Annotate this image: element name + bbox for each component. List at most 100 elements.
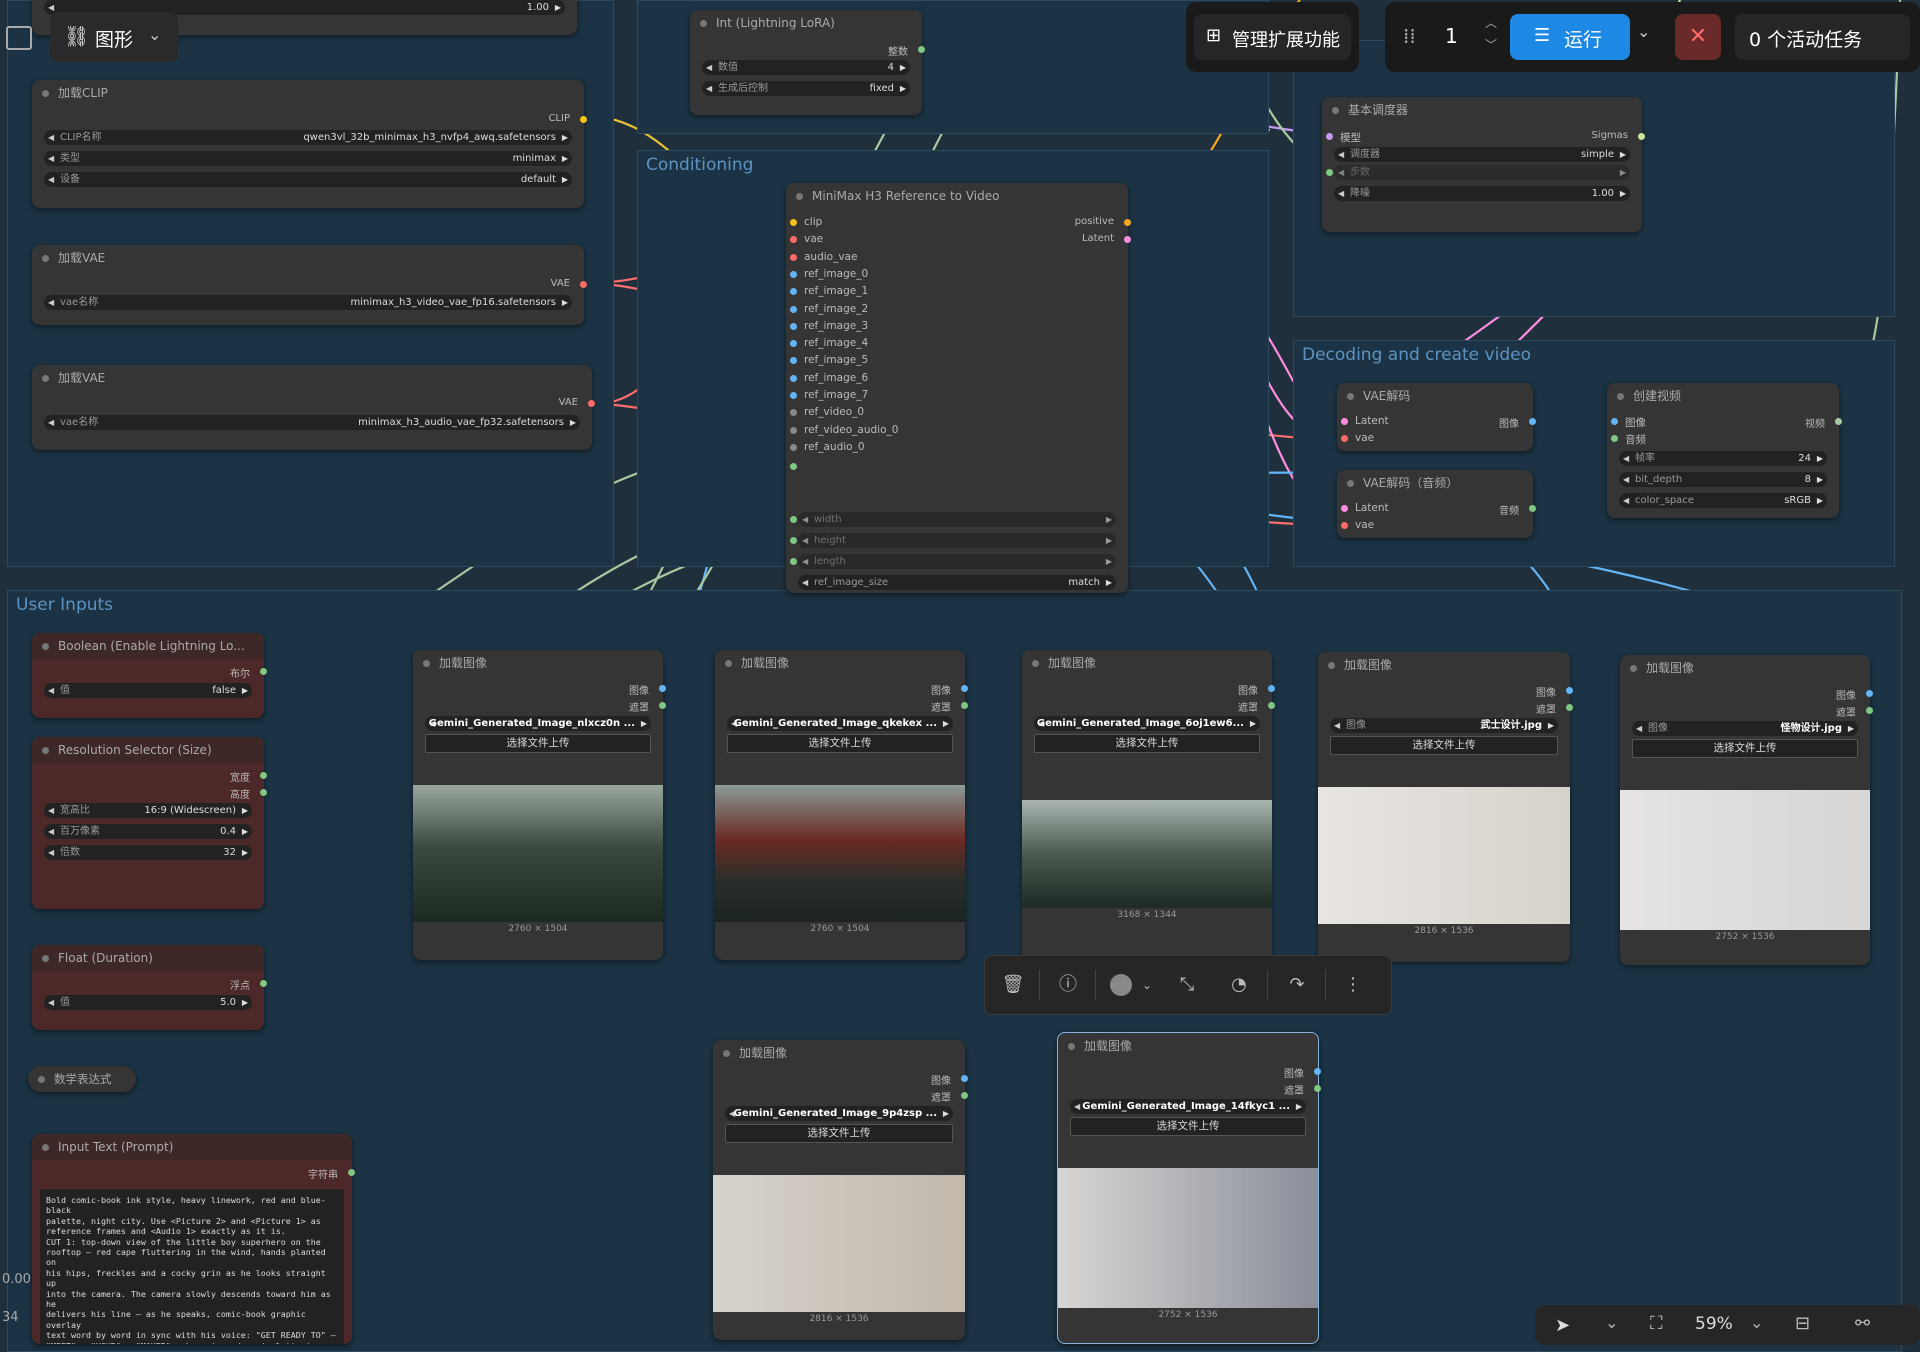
output-dot-image[interactable] bbox=[1268, 685, 1275, 692]
input-dot-latent[interactable] bbox=[1341, 505, 1348, 512]
output-dot[interactable] bbox=[348, 1169, 355, 1176]
input-dot-ref-image-7[interactable] bbox=[790, 392, 797, 399]
output-dot[interactable] bbox=[580, 281, 587, 288]
widget-height[interactable]: height bbox=[798, 533, 1116, 548]
output-dot[interactable] bbox=[588, 400, 595, 407]
output-dot[interactable] bbox=[1638, 133, 1645, 140]
input-dot-vae[interactable] bbox=[1341, 522, 1348, 529]
chevron-down-icon[interactable]: ⌄ bbox=[1750, 1313, 1763, 1332]
upload-button[interactable]: 选择文件上传 bbox=[1034, 734, 1260, 753]
widget-image-file[interactable]: 图像怪物设计.jpg bbox=[1632, 721, 1858, 736]
output-dot-width[interactable] bbox=[260, 772, 267, 779]
input-dot-ref-video-audio-0[interactable] bbox=[790, 426, 797, 434]
widget-bit-depth[interactable]: bit_depth8 bbox=[1619, 472, 1827, 487]
redo-icon[interactable]: ↷ bbox=[1285, 973, 1309, 997]
trash-icon[interactable]: 🗑 bbox=[1001, 973, 1025, 997]
output-dot-mask[interactable] bbox=[961, 702, 968, 709]
output-dot[interactable] bbox=[260, 980, 267, 987]
node-input-text-prompt[interactable]: Input Text (Prompt) 字符串 Bold comic-book … bbox=[32, 1134, 355, 1344]
upload-button[interactable]: 选择文件上传 bbox=[725, 1124, 953, 1143]
node-math-expression[interactable]: 数学表达式 bbox=[28, 1066, 136, 1092]
upload-button[interactable]: 选择文件上传 bbox=[1330, 736, 1558, 755]
input-dot-steps[interactable] bbox=[1326, 169, 1333, 176]
input-dot-audio[interactable] bbox=[1611, 435, 1618, 442]
more-options-icon[interactable]: ⋮ bbox=[1341, 973, 1365, 997]
run-button[interactable]: ☰ 运行 bbox=[1510, 14, 1630, 60]
input-dot-height[interactable] bbox=[790, 537, 797, 544]
output-dot[interactable] bbox=[580, 116, 587, 123]
increment-icon[interactable]: ︿ bbox=[1485, 14, 1497, 31]
node-vae-decode[interactable]: VAE解码 Latent vae 图像 bbox=[1337, 383, 1536, 451]
output-dot[interactable] bbox=[918, 46, 925, 53]
input-dot-vae[interactable] bbox=[790, 236, 797, 244]
node-load-image[interactable]: 加载图像 图像 遮罩 Gemini_Generated_Image_nlxcz0… bbox=[413, 650, 666, 960]
input-dot-clip[interactable] bbox=[790, 219, 797, 226]
widget-image-file[interactable]: Gemini_Generated_Image_nlxcz0n ... bbox=[425, 716, 651, 731]
fit-view-icon[interactable]: ⛶ bbox=[1650, 1313, 1663, 1334]
output-dot-positive[interactable] bbox=[1124, 219, 1131, 226]
minimap-icon[interactable]: ⊟ bbox=[1795, 1313, 1810, 1334]
node-load-image[interactable]: 加载图像 图像 遮罩 Gemini_Generated_Image_qkekex… bbox=[715, 650, 968, 960]
widget-denoise[interactable]: 降噪1.00 bbox=[1334, 186, 1630, 201]
widget-steps[interactable]: 步数 bbox=[1334, 165, 1630, 180]
input-dot-ref-video-0[interactable] bbox=[790, 409, 797, 417]
widget-vae-name[interactable]: vae名称minimax_h3_audio_vae_fp32.safetenso… bbox=[44, 415, 580, 430]
widget-image-file[interactable]: 图像武士设计.jpg bbox=[1330, 718, 1558, 733]
widget-scheduler[interactable]: 调度器simple bbox=[1334, 147, 1630, 162]
input-dot-ref-image-6[interactable] bbox=[790, 374, 797, 382]
widget-width[interactable]: width bbox=[798, 512, 1116, 527]
input-dot-extra[interactable] bbox=[790, 463, 797, 470]
input-dot-latent[interactable] bbox=[1341, 418, 1348, 425]
widget-vae-name[interactable]: vae名称minimax_h3_video_vae_fp16.safetenso… bbox=[44, 295, 572, 310]
widget-color-space[interactable]: color_spacesRGB bbox=[1619, 493, 1827, 508]
sidebar-toggle-icon[interactable] bbox=[6, 26, 32, 50]
output-dot-height[interactable] bbox=[260, 789, 267, 796]
node-basic-scheduler[interactable]: 基本调度器 模型 Sigmas 调度器simple 步数 降噪1.00 bbox=[1322, 97, 1645, 232]
widget-duration-value[interactable]: 值5.0 bbox=[44, 995, 252, 1010]
graph-menu-button[interactable]: ⛓ 图形 ⌄ bbox=[50, 12, 178, 62]
input-dot-ref-audio-0[interactable] bbox=[790, 443, 797, 451]
drag-handle-icon[interactable]: ⁞⁞ bbox=[1403, 24, 1416, 48]
chevron-down-icon[interactable]: ⌄ bbox=[1605, 1313, 1618, 1332]
input-dot-ref-image-4[interactable] bbox=[790, 340, 797, 348]
node-load-vae-audio[interactable]: 加载VAE VAE vae名称minimax_h3_audio_vae_fp32… bbox=[32, 365, 595, 450]
pointer-icon[interactable]: ➤ bbox=[1555, 1315, 1570, 1336]
widget-length[interactable]: length bbox=[798, 554, 1116, 569]
widget-boolean-value[interactable]: 值false bbox=[44, 683, 252, 698]
node-load-image[interactable]: 加载图像 图像 遮罩 Gemini_Generated_Image_14fkyc… bbox=[1057, 1032, 1321, 1344]
output-dot-image[interactable] bbox=[961, 1075, 968, 1082]
output-dot[interactable] bbox=[260, 668, 267, 675]
input-dot-vae[interactable] bbox=[1341, 435, 1348, 442]
widget-image-file[interactable]: Gemini_Generated_Image_6oj1ew6... bbox=[1034, 716, 1260, 731]
link-visibility-icon[interactable]: ⚯ bbox=[1855, 1313, 1870, 1334]
queue-count[interactable]: 1 bbox=[1445, 24, 1458, 48]
input-dot-ref-image-2[interactable] bbox=[790, 305, 797, 313]
decrement-icon[interactable]: ﹀ bbox=[1485, 36, 1497, 53]
input-dot-width[interactable] bbox=[790, 516, 797, 523]
widget-control[interactable]: 生成后控制fixed bbox=[702, 81, 910, 96]
node-load-clip[interactable]: 加载CLIP CLIP CLIP名称qwen3vl_32b_minimax_h3… bbox=[32, 80, 587, 208]
output-dot-image[interactable] bbox=[1566, 687, 1573, 694]
node-load-vae-video[interactable]: 加载VAE VAE vae名称minimax_h3_video_vae_fp16… bbox=[32, 245, 587, 325]
upload-button[interactable]: 选择文件上传 bbox=[1632, 739, 1858, 758]
input-dot-ref-image-1[interactable] bbox=[790, 288, 797, 296]
node-load-image[interactable]: 加载图像 图像 遮罩 图像武士设计.jpg 选择文件上传 2816 × 1536 bbox=[1318, 652, 1573, 962]
prompt-textarea[interactable]: Bold comic-book ink style, heavy linewor… bbox=[40, 1189, 344, 1344]
node-load-image[interactable]: 加载图像 图像 遮罩 Gemini_Generated_Image_6oj1ew… bbox=[1022, 650, 1275, 960]
node-vae-decode-audio[interactable]: VAE解码（音频） Latent vae 音频 bbox=[1337, 470, 1536, 538]
input-dot-ref-image-3[interactable] bbox=[790, 322, 797, 330]
collapse-icon[interactable]: ⤡ bbox=[1175, 973, 1199, 997]
output-dot[interactable] bbox=[1529, 418, 1536, 425]
node-load-image[interactable]: 加载图像 图像 遮罩 Gemini_Generated_Image_9p4zsp… bbox=[713, 1040, 968, 1340]
node-boolean-lightning[interactable]: Boolean (Enable Lightning Lo... 布尔 值fals… bbox=[32, 633, 267, 718]
output-dot[interactable] bbox=[1835, 418, 1842, 425]
output-dot[interactable] bbox=[1529, 505, 1536, 512]
active-tasks-button[interactable]: 0 个活动任务 bbox=[1735, 14, 1910, 60]
node-resolution-selector[interactable]: Resolution Selector (Size) 宽度 高度 宽高比16:9… bbox=[32, 737, 267, 909]
node-create-video[interactable]: 创建视频 图像 音频 视频 帧率24 bit_depth8 color_spac… bbox=[1607, 383, 1842, 518]
zoom-level[interactable]: 59% bbox=[1695, 1314, 1733, 1334]
widget-clip-name[interactable]: CLIP名称qwen3vl_32b_minimax_h3_nvfp4_awq.s… bbox=[44, 130, 572, 145]
upload-button[interactable]: 选择文件上传 bbox=[1070, 1117, 1306, 1136]
upload-button[interactable]: 选择文件上传 bbox=[727, 734, 953, 753]
output-dot-mask[interactable] bbox=[961, 1092, 968, 1099]
